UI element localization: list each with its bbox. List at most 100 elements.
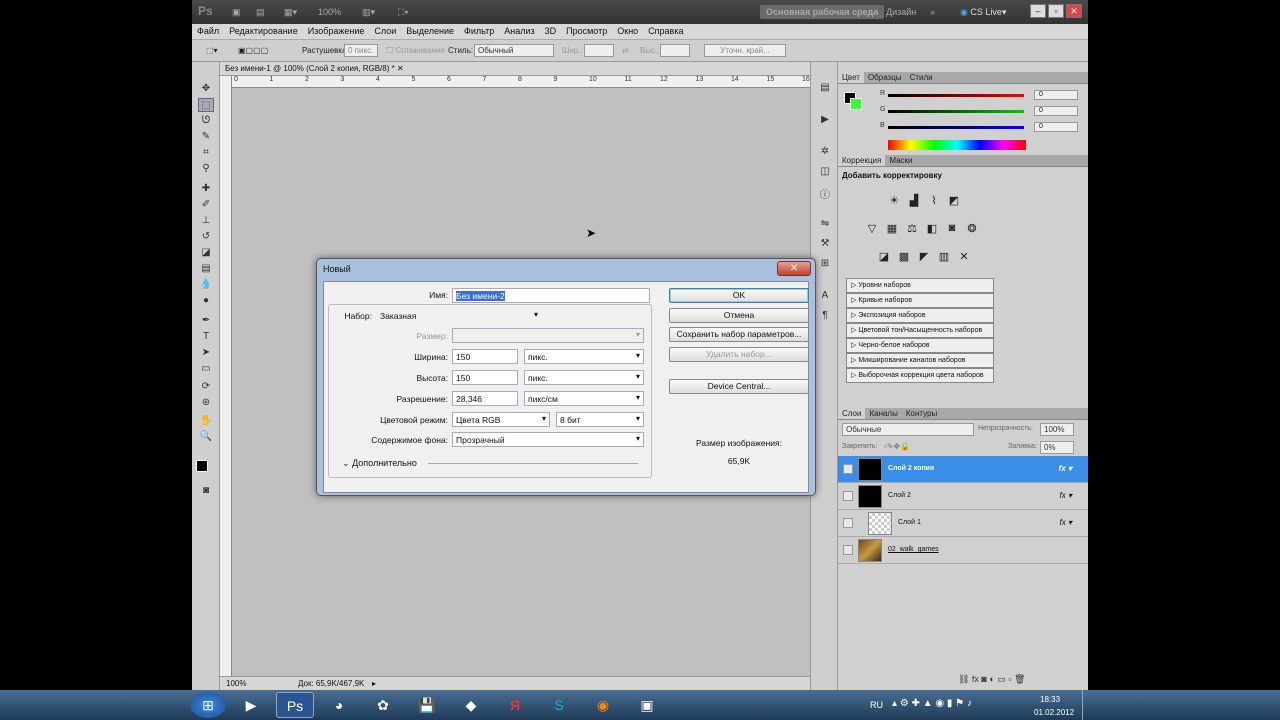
start-button[interactable]: ⊞ bbox=[190, 692, 226, 718]
minibridge-icon[interactable]: ▤ bbox=[256, 5, 265, 19]
tab-paths[interactable]: Контуры bbox=[902, 408, 941, 419]
preset-item[interactable]: ▷ Кривые наборов bbox=[846, 293, 994, 308]
zoom-level[interactable]: 100% bbox=[318, 5, 341, 19]
save-icon[interactable]: 💾 bbox=[408, 692, 446, 718]
layer-row[interactable]: Слой 2 копия fx ▾ bbox=[838, 456, 1088, 483]
crystal-icon[interactable]: ◆ bbox=[452, 692, 490, 718]
exposure-icon[interactable]: ◩ bbox=[946, 194, 962, 208]
brush-tool-icon[interactable]: ✐ bbox=[198, 198, 214, 212]
3d-orbit-tool-icon[interactable]: ⊛ bbox=[198, 396, 214, 410]
tab-styles[interactable]: Стили bbox=[906, 72, 937, 83]
refine-edge-button[interactable]: Уточн. край... bbox=[704, 44, 786, 57]
actions-icon[interactable]: ▶ bbox=[817, 114, 833, 128]
workspace-essentials-button[interactable]: Основная рабочая среда bbox=[760, 5, 885, 19]
color-spectrum-bar[interactable] bbox=[888, 140, 1026, 150]
foreground-color-swatch[interactable] bbox=[196, 460, 208, 472]
eraser-tool-icon[interactable]: ◪ bbox=[198, 246, 214, 260]
screen-mode-icon[interactable]: ⛶▾ bbox=[398, 5, 409, 19]
dodge-tool-icon[interactable]: ● bbox=[198, 294, 214, 308]
channel-g-input[interactable]: 0 bbox=[1034, 106, 1078, 116]
brush-presets-icon[interactable]: ⊞ bbox=[817, 258, 833, 272]
advanced-toggle[interactable]: ⌄ Дополнительно bbox=[342, 458, 417, 469]
photoshop-taskbar-icon[interactable]: Ps bbox=[276, 692, 314, 718]
mini-bridge-icon[interactable]: ✲ bbox=[817, 146, 833, 160]
minimize-button[interactable]: – bbox=[1030, 4, 1046, 18]
visibility-toggle[interactable] bbox=[843, 518, 853, 528]
close-button[interactable]: ✕ bbox=[1066, 4, 1082, 18]
height-input[interactable]: 150 bbox=[452, 370, 518, 385]
cancel-button[interactable]: Отмена bbox=[669, 308, 809, 323]
crop-tool-icon[interactable]: ⌗ bbox=[198, 146, 214, 160]
clone-source-icon[interactable]: ⇋ bbox=[817, 218, 833, 232]
layer-name[interactable]: 02_walk_games bbox=[888, 546, 939, 553]
hue-saturation-icon[interactable]: ▦ bbox=[884, 222, 900, 236]
preset-item[interactable]: ▷ Экспозиция наборов bbox=[846, 308, 994, 323]
paragraph-icon[interactable]: ¶ bbox=[817, 310, 833, 324]
channel-r-slider[interactable] bbox=[888, 94, 1024, 97]
menu-edit[interactable]: Редактирование bbox=[224, 24, 303, 38]
channel-b-input[interactable]: 0 bbox=[1034, 122, 1078, 132]
channel-b-slider[interactable] bbox=[888, 126, 1024, 129]
channel-mixer-icon[interactable]: ❂ bbox=[964, 222, 980, 236]
resolution-input[interactable]: 28,346 bbox=[452, 391, 518, 406]
clock-date[interactable]: 01.02.2012 bbox=[1034, 708, 1074, 717]
style-select[interactable]: Обычный bbox=[474, 44, 554, 57]
cslive-button[interactable]: ◉ CS Live▾ bbox=[960, 5, 1006, 19]
preset-item[interactable]: ▷ Микширование каналов наборов bbox=[846, 353, 994, 368]
brightness-icon[interactable]: ☀ bbox=[886, 194, 902, 208]
menu-filter[interactable]: Фильтр bbox=[459, 24, 499, 38]
menu-layers[interactable]: Слои bbox=[369, 24, 401, 38]
status-zoom[interactable]: 100% bbox=[226, 679, 246, 688]
menu-window[interactable]: Окно bbox=[612, 24, 643, 38]
width-unit-select[interactable]: пикс. bbox=[524, 349, 644, 364]
blur-tool-icon[interactable]: 💧 bbox=[198, 278, 214, 292]
preset-item[interactable]: ▷ Выборочная коррекция цвета наборов bbox=[846, 368, 994, 383]
tab-masks[interactable]: Маски bbox=[885, 155, 916, 166]
firefox-icon[interactable]: ◉ bbox=[584, 692, 622, 718]
tab-channels[interactable]: Каналы bbox=[865, 408, 901, 419]
workspace-design-button[interactable]: Дизайн bbox=[886, 5, 916, 19]
app-icon[interactable]: ◕ bbox=[320, 692, 358, 718]
width-input[interactable] bbox=[584, 44, 614, 57]
hand-tool-icon[interactable]: ✋ bbox=[198, 414, 214, 428]
clone-stamp-tool-icon[interactable]: ⊥ bbox=[198, 214, 214, 228]
extras-icon[interactable]: ▦▾ bbox=[284, 5, 297, 19]
lock-icons[interactable]: ▫✎✥🔒 bbox=[884, 442, 910, 451]
preset-item[interactable]: ▷ Черно-белое наборов bbox=[846, 338, 994, 353]
tool-presets-icon[interactable]: ⚒ bbox=[817, 238, 833, 252]
fill-input[interactable]: 0% bbox=[1040, 441, 1074, 454]
resolution-unit-select[interactable]: пикс/см bbox=[524, 391, 644, 406]
move-tool-icon[interactable]: ✥ bbox=[198, 82, 214, 96]
layer-row[interactable]: Слой 2 fx ▾ bbox=[838, 483, 1088, 510]
language-indicator[interactable]: RU bbox=[870, 700, 883, 710]
game-icon[interactable]: ▣ bbox=[628, 692, 666, 718]
type-tool-icon[interactable]: T bbox=[198, 330, 214, 344]
name-input[interactable]: Без имени-2 bbox=[452, 288, 650, 303]
document-tab[interactable]: Без имени-1 @ 100% (Слой 2 копия, RGB/8)… bbox=[220, 62, 810, 76]
quick-select-tool-icon[interactable]: ✎ bbox=[198, 130, 214, 144]
posterize-icon[interactable]: ▩ bbox=[896, 250, 912, 264]
fx-icon[interactable]: fx ▾ bbox=[1060, 491, 1072, 500]
color-bg-swatch[interactable] bbox=[850, 98, 862, 110]
rect-marquee-tool-icon[interactable]: ⬚ bbox=[198, 98, 214, 112]
device-central-button[interactable]: Device Central... bbox=[669, 379, 809, 394]
menu-analysis[interactable]: Анализ bbox=[499, 24, 539, 38]
clock-time[interactable]: 18:33 bbox=[1040, 695, 1060, 704]
black-white-icon[interactable]: ◧ bbox=[924, 222, 940, 236]
gradient-tool-icon[interactable]: ▤ bbox=[198, 262, 214, 276]
menu-image[interactable]: Изображение bbox=[303, 24, 370, 38]
gradient-map-icon[interactable]: ▥ bbox=[936, 250, 952, 264]
path-selection-tool-icon[interactable]: ➤ bbox=[198, 346, 214, 360]
channel-g-slider[interactable] bbox=[888, 110, 1024, 113]
status-arrow-icon[interactable]: ▸ bbox=[372, 679, 376, 688]
dialog-close-button[interactable]: ✕ bbox=[777, 261, 811, 276]
height-unit-select[interactable]: пикс. bbox=[524, 370, 644, 385]
tab-adjustments[interactable]: Коррекция bbox=[838, 155, 886, 166]
3d-rotate-tool-icon[interactable]: ⟳ bbox=[198, 380, 214, 394]
threshold-icon[interactable]: ◤ bbox=[916, 250, 932, 264]
selection-mode-icons[interactable]: ▣▢▢▢ bbox=[238, 46, 268, 55]
layer-name[interactable]: Слой 1 bbox=[898, 519, 921, 526]
save-preset-button[interactable]: Сохранить набор параметров... bbox=[669, 327, 809, 342]
preset-item[interactable]: ▷ Уровни наборов bbox=[846, 278, 994, 293]
background-select[interactable]: Прозрачный bbox=[452, 432, 644, 447]
